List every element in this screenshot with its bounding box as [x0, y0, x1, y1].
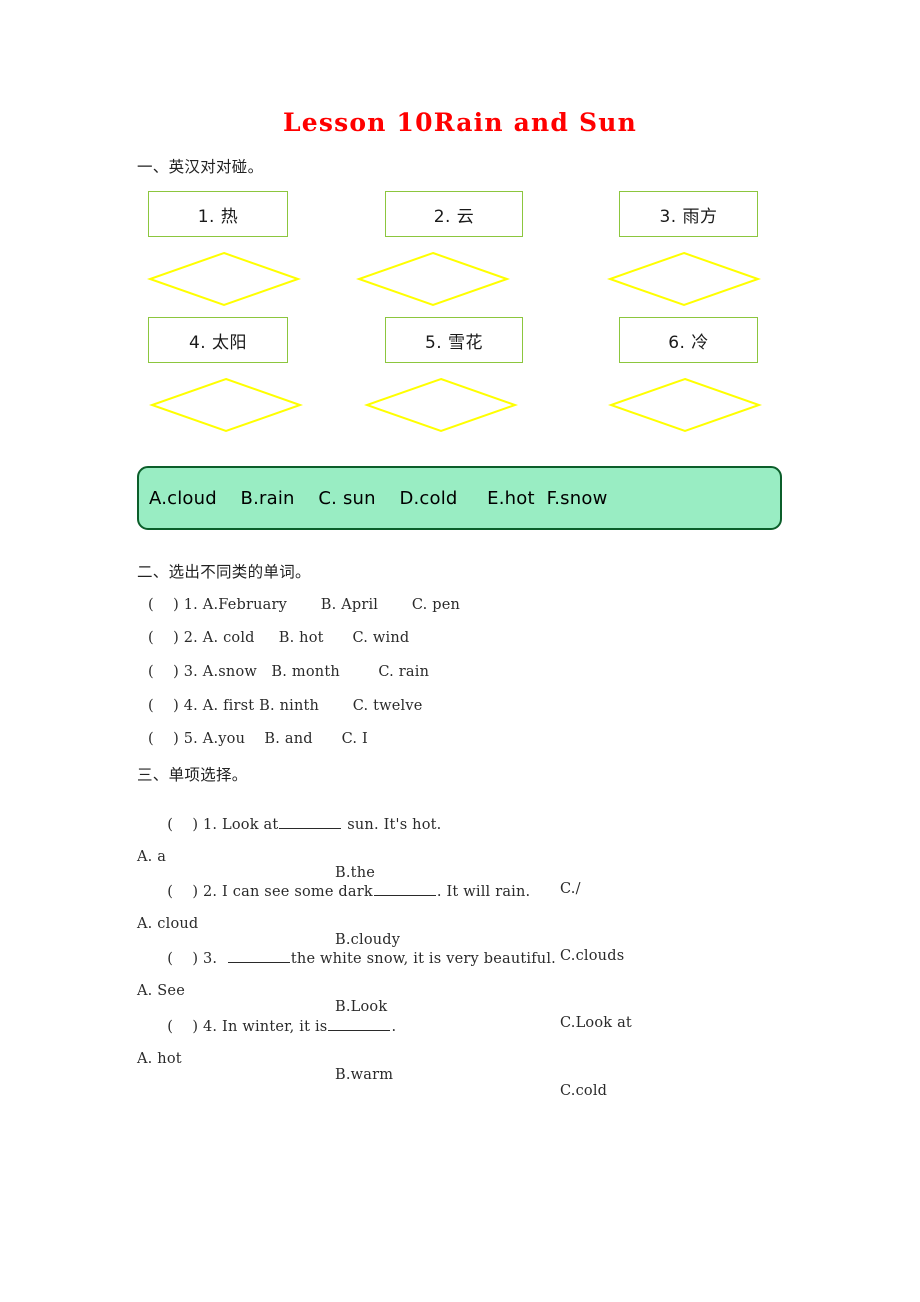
match-word-box-3[interactable]: 3. 雨方 — [619, 191, 758, 237]
match-word-label-6: 6. 冷 — [668, 332, 709, 353]
word-bank-box: A.cloud B.rain C. sun D.cold E.hot F.sno… — [137, 466, 782, 530]
section-3-question-2-prefix: ( ) 2. I can see some dark — [167, 884, 373, 900]
section-3-blank-1[interactable] — [279, 815, 342, 829]
section-3-option-1a[interactable]: A. a — [137, 849, 166, 865]
matching-exercise: 1. 热 2. 云 3. 雨方 4. 太阳 5. 雪花 6. 冷 — [0, 0, 920, 450]
section-3-option-2c[interactable]: C.clouds — [560, 948, 624, 964]
section-2-question-3[interactable]: ( ) 3. A.snow B. month C. rain — [148, 664, 429, 680]
match-diamond-5[interactable] — [363, 377, 519, 433]
match-diamond-2[interactable] — [355, 251, 511, 307]
section-3-option-4b[interactable]: B.warm — [335, 1067, 393, 1083]
match-word-box-5[interactable]: 5. 雪花 — [385, 317, 523, 363]
section-2-question-4[interactable]: ( ) 4. A. first B. ninth C. twelve — [148, 698, 423, 714]
section-3-question-1-prefix: ( ) 1. Look at — [167, 817, 279, 833]
section-3-option-4c[interactable]: C.cold — [560, 1083, 607, 1099]
match-word-box-1[interactable]: 1. 热 — [148, 191, 288, 237]
match-word-label-1: 1. 热 — [197, 206, 239, 227]
section-2-question-5[interactable]: ( ) 5. A.you B. and C. I — [148, 731, 368, 747]
section-3-blank-2[interactable] — [373, 882, 436, 896]
section-3-option-1c[interactable]: C./ — [560, 881, 581, 897]
section-3-blank-3[interactable] — [227, 949, 290, 963]
match-word-label-5: 5. 雪花 — [424, 332, 484, 353]
section-3-question-3-prefix: ( ) 3. — [167, 951, 227, 967]
match-word-box-2[interactable]: 2. 云 — [385, 191, 523, 237]
section-2-heading: 二、选出不同类的单词。 — [137, 563, 311, 581]
section-3-question-1-suffix: sun. It's hot. — [342, 817, 442, 833]
match-word-box-4[interactable]: 4. 太阳 — [148, 317, 288, 363]
section-3-question-3-suffix: the white snow, it is very beautiful. — [290, 951, 556, 967]
section-3-option-2a[interactable]: A. cloud — [137, 916, 198, 932]
section-3-options-4: A. hot B.warm C.cold — [137, 1035, 837, 1115]
match-diamond-3[interactable] — [606, 251, 762, 307]
match-word-label-3: 3. 雨方 — [659, 206, 718, 227]
match-diamond-4[interactable] — [148, 377, 304, 433]
match-diamond-1[interactable] — [146, 251, 302, 307]
section-3-blank-4[interactable] — [328, 1017, 391, 1031]
section-3-option-3c[interactable]: C.Look at — [560, 1015, 632, 1031]
section-3-question-4-prefix: ( ) 4. In winter, it is — [167, 1019, 328, 1035]
worksheet-page: Lesson 10Rain and Sun 一、英汉对对碰。 1. 热 2. 云… — [0, 0, 920, 1302]
match-word-box-6[interactable]: 6. 冷 — [619, 317, 758, 363]
match-diamond-6[interactable] — [607, 377, 763, 433]
match-word-label-2: 2. 云 — [433, 206, 475, 227]
match-word-label-4: 4. 太阳 — [188, 332, 248, 353]
section-3-heading: 三、单项选择。 — [137, 766, 248, 784]
section-3-option-3a[interactable]: A. See — [137, 983, 185, 999]
section-2-question-1[interactable]: ( ) 1. A.February B. April C. pen — [148, 597, 460, 613]
word-bank-text: A.cloud B.rain C. sun D.cold E.hot F.sno… — [149, 487, 608, 509]
section-3-question-4-suffix: . — [391, 1019, 397, 1035]
section-2-question-2[interactable]: ( ) 2. A. cold B. hot C. wind — [148, 630, 409, 646]
section-3-question-2-suffix: . It will rain. — [436, 884, 531, 900]
section-3-option-4a[interactable]: A. hot — [137, 1051, 182, 1067]
